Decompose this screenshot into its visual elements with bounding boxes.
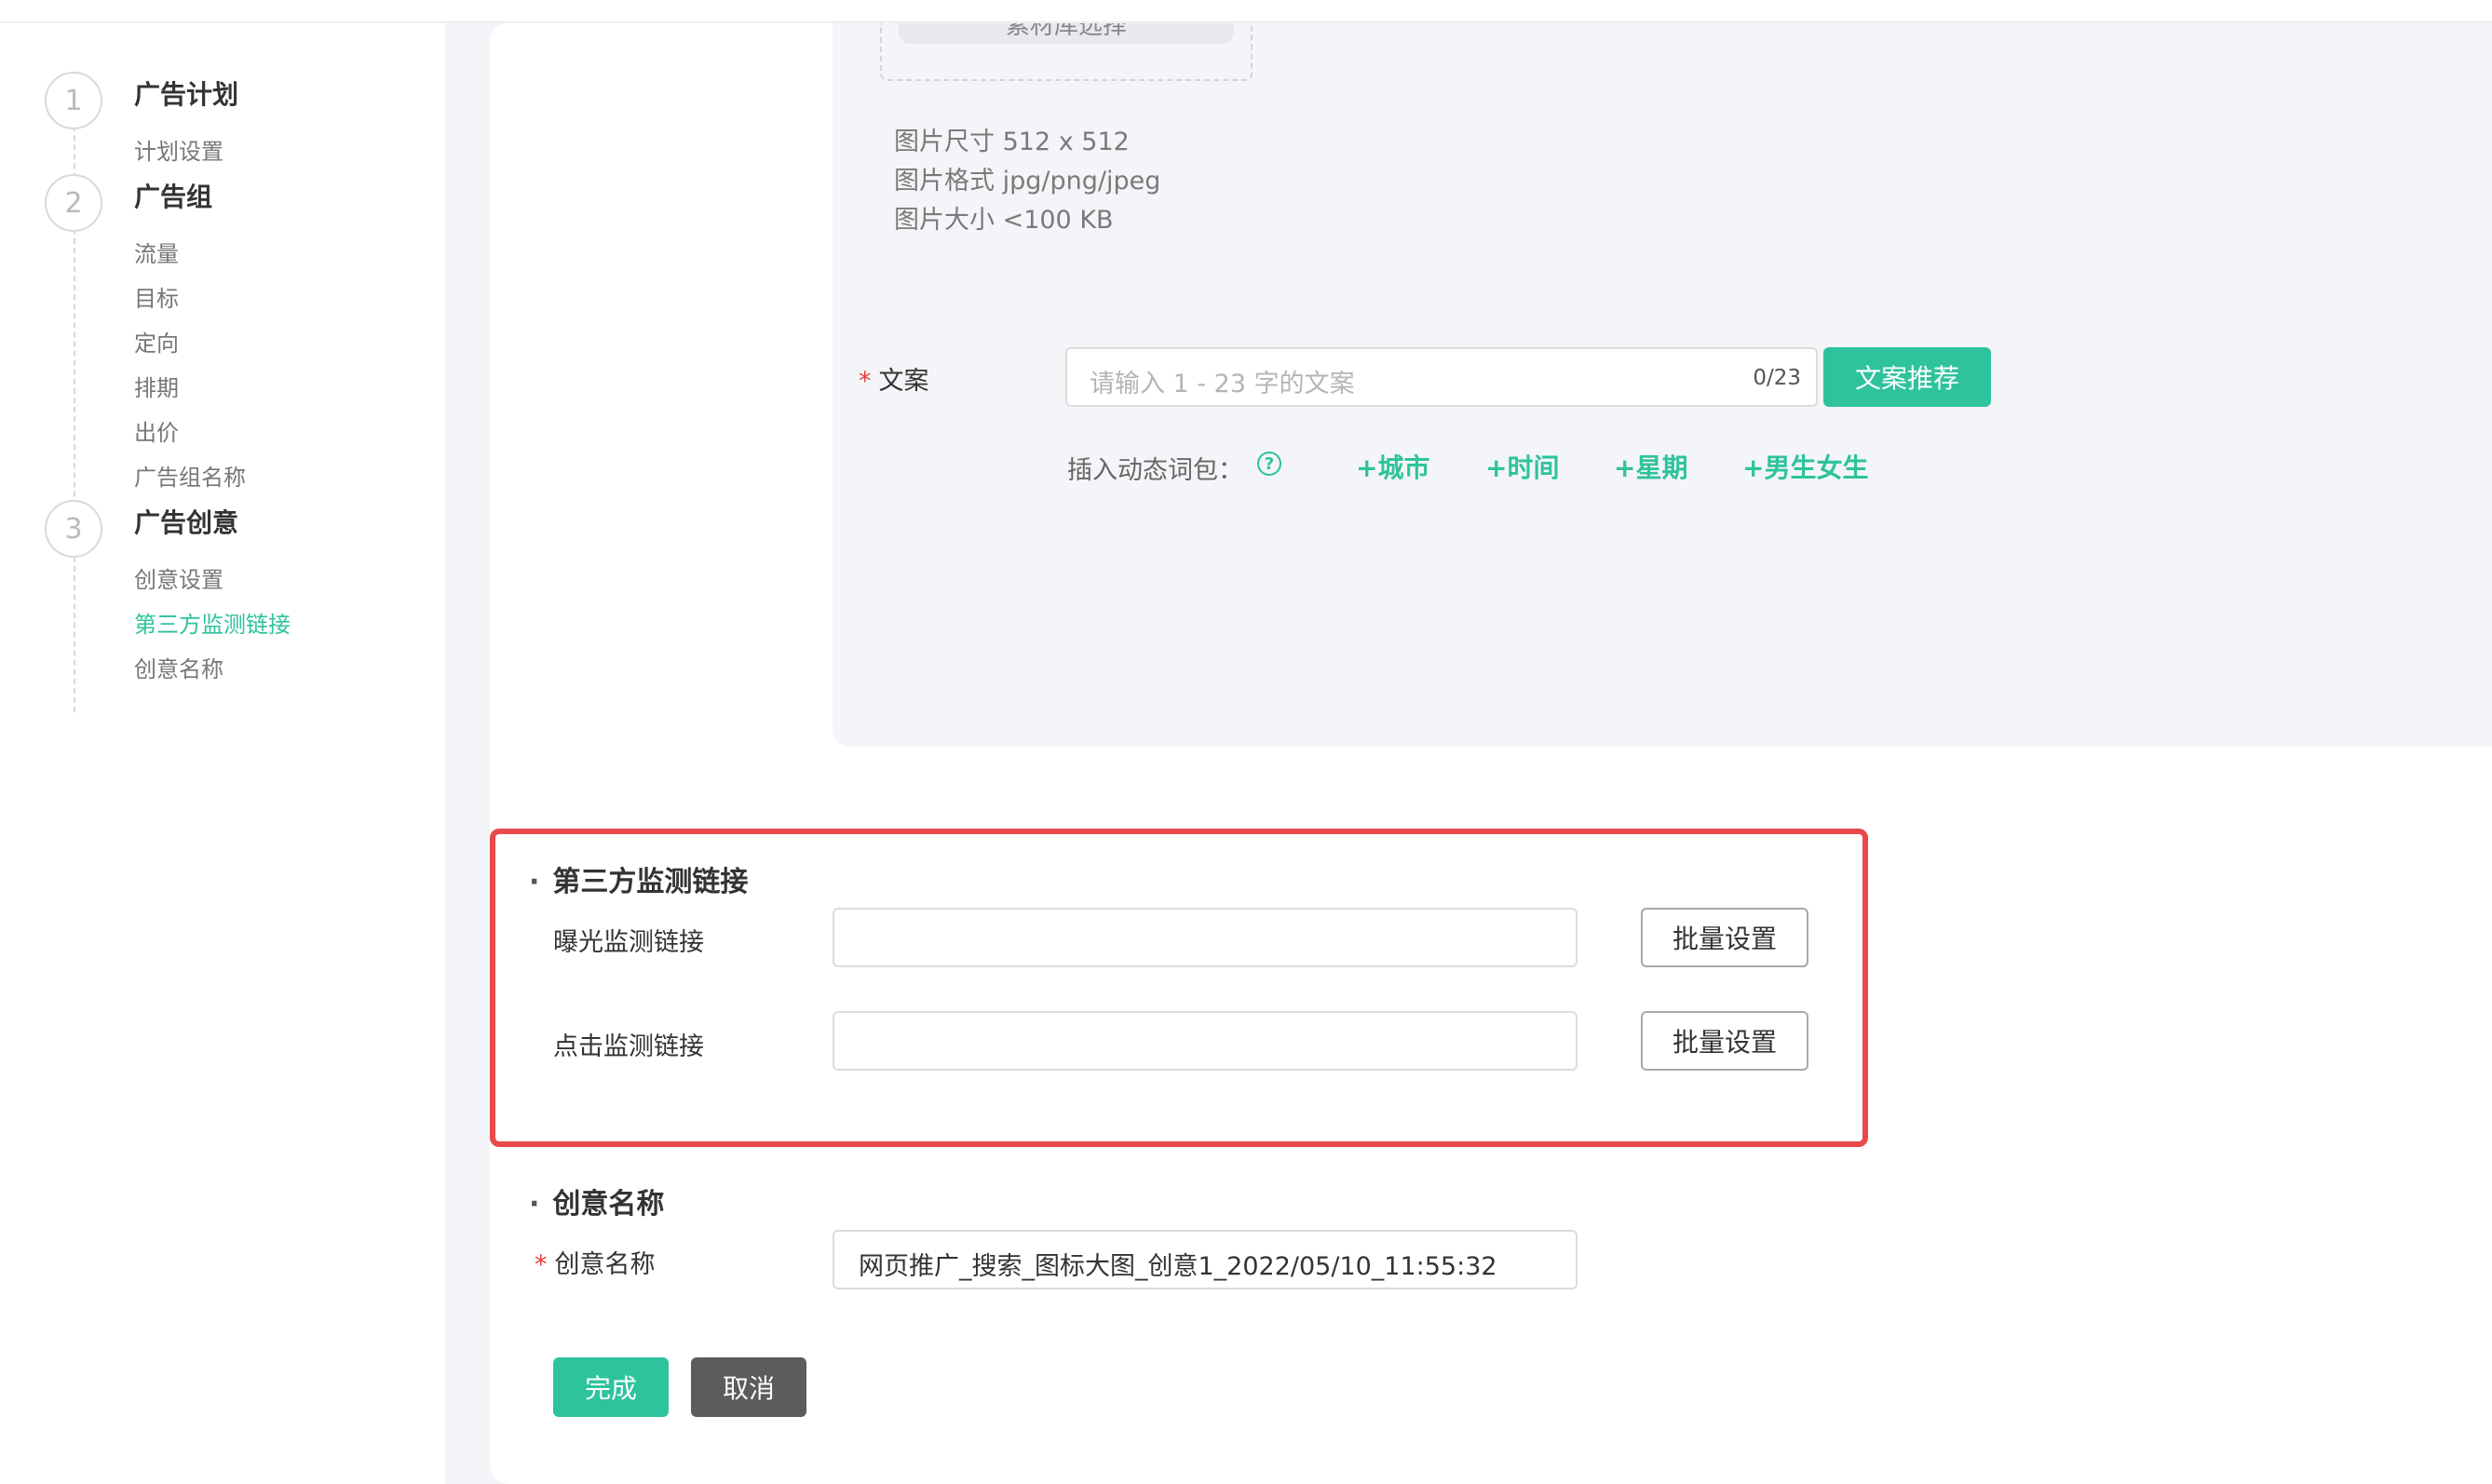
step-sidebar bbox=[0, 23, 445, 1484]
material-library-label: 素材库选择 bbox=[1005, 23, 1127, 40]
impression-monitor-input[interactable] bbox=[833, 908, 1578, 967]
step-sub-bid[interactable]: 出价 bbox=[134, 414, 179, 447]
step-title-creative[interactable]: 广告创意 bbox=[134, 503, 238, 540]
step-sub-creative-settings[interactable]: 创意设置 bbox=[134, 561, 223, 594]
copy-input-placeholder: 请输入 1 - 23 字的文案 bbox=[1090, 370, 1355, 398]
click-monitor-input[interactable] bbox=[833, 1011, 1578, 1071]
step-sub-adgroup-name[interactable]: 广告组名称 bbox=[134, 459, 246, 492]
creative-name-input[interactable]: 网页推广_搜索_图标大图_创意1_2022/05/10_11:55:32 bbox=[833, 1230, 1578, 1289]
dynamic-words-label: 插入动态词包： bbox=[1067, 456, 1243, 485]
question-circle-icon[interactable]: ? bbox=[1257, 452, 1281, 476]
step-sub-targeting[interactable]: 定向 bbox=[134, 325, 179, 358]
dynamic-word-weekday[interactable]: +星期 bbox=[1614, 448, 1687, 485]
impression-batch-button[interactable]: 批量设置 bbox=[1641, 908, 1808, 967]
creative-name-section-title: · 创意名称 bbox=[529, 1180, 664, 1221]
required-mark: * bbox=[859, 367, 872, 396]
dynamic-word-city[interactable]: +城市 bbox=[1356, 448, 1429, 485]
required-mark: * bbox=[535, 1250, 548, 1279]
monitor-section-title-text: 第三方监测链接 bbox=[552, 866, 749, 898]
monitor-section-title: · 第三方监测链接 bbox=[529, 858, 748, 899]
section-dot: · bbox=[529, 866, 540, 898]
step-number-1: 1 bbox=[45, 72, 102, 129]
click-monitor-label: 点击监测链接 bbox=[553, 1032, 704, 1061]
creative-name-label: * 创意名称 bbox=[535, 1244, 656, 1280]
step-title-plan[interactable]: 广告计划 bbox=[134, 74, 238, 112]
done-button[interactable]: 完成 bbox=[553, 1357, 669, 1417]
copy-label-text: 文案 bbox=[878, 367, 929, 396]
step-number-2: 2 bbox=[45, 174, 102, 232]
section-dot: · bbox=[529, 1188, 540, 1221]
click-batch-button[interactable]: 批量设置 bbox=[1641, 1011, 1808, 1071]
top-bar bbox=[0, 0, 2492, 22]
dynamic-word-time[interactable]: +时间 bbox=[1485, 448, 1559, 485]
creative-name-value: 网页推广_搜索_图标大图_创意1_2022/05/10_11:55:32 bbox=[859, 1252, 1497, 1281]
copy-recommend-button[interactable]: 文案推荐 bbox=[1823, 347, 1991, 407]
step-number-3: 3 bbox=[45, 500, 102, 558]
copy-field-label: * 文案 bbox=[859, 360, 929, 397]
dynamic-word-gender[interactable]: +男生女生 bbox=[1742, 448, 1868, 485]
copy-text-input[interactable]: 请输入 1 - 23 字的文案 0/23 bbox=[1065, 347, 1818, 407]
creative-name-label-text: 创意名称 bbox=[554, 1250, 656, 1279]
copy-char-count: 0/23 bbox=[1753, 366, 1801, 390]
cancel-button[interactable]: 取消 bbox=[691, 1357, 806, 1417]
step-sub-goal[interactable]: 目标 bbox=[134, 280, 179, 313]
step-sub-traffic[interactable]: 流量 bbox=[134, 236, 179, 268]
step-title-adgroup[interactable]: 广告组 bbox=[134, 177, 212, 214]
creative-name-section-title-text: 创意名称 bbox=[552, 1188, 665, 1221]
step-sub-monitor-links[interactable]: 第三方监测链接 bbox=[134, 606, 291, 639]
impression-monitor-label: 曝光监测链接 bbox=[553, 928, 704, 957]
image-filesize-info: 图片大小 <100 KB bbox=[894, 206, 1114, 235]
image-format-info: 图片格式 jpg/png/jpeg bbox=[894, 167, 1161, 196]
step-sub-creative-name[interactable]: 创意名称 bbox=[134, 651, 223, 683]
material-library-button[interactable]: 素材库选择 bbox=[899, 23, 1234, 44]
image-size-info: 图片尺寸 512 x 512 bbox=[894, 128, 1130, 156]
step-sub-plan-settings[interactable]: 计划设置 bbox=[134, 133, 223, 166]
step-sub-schedule[interactable]: 排期 bbox=[134, 370, 179, 402]
